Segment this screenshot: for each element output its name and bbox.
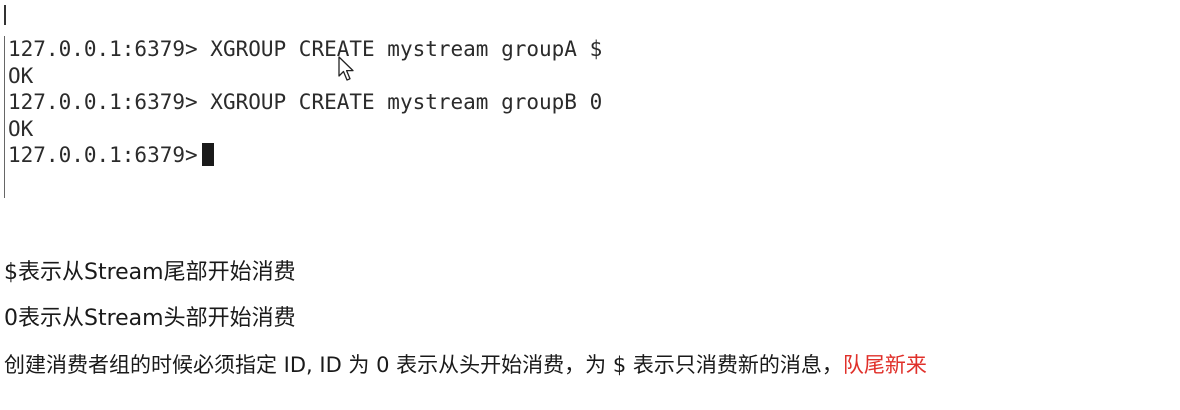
note-line-3-main: 创建消费者组的时候必须指定 ID, ID 为 0 表示从头开始消费，为 $ 表示… xyxy=(4,353,843,377)
mouse-pointer-icon xyxy=(338,56,354,81)
note-line-3-highlight: 队尾新来 xyxy=(842,353,927,377)
terminal-command: XGROUP CREATE mystream groupA $ xyxy=(197,37,603,61)
terminal-line: 127.0.0.1:6379> xyxy=(5,142,705,169)
text-cursor-mark xyxy=(4,5,6,25)
terminal-prompt: 127.0.0.1:6379> xyxy=(8,143,198,167)
terminal-block-cursor xyxy=(201,143,214,166)
terminal-prompt: 127.0.0.1:6379> xyxy=(8,37,198,61)
note-line-3: 创建消费者组的时候必须指定 ID, ID 为 0 表示从头开始消费，为 $ 表示… xyxy=(4,348,927,394)
terminal-prompt: 127.0.0.1:6379> xyxy=(8,90,198,114)
note-line-1: $表示从Stream尾部开始消费 xyxy=(4,260,296,285)
explanation-notes: $表示从Stream尾部开始消费 0表示从Stream头部开始消费 创建消费者组… xyxy=(4,256,927,394)
note-line-2: 0表示从Stream头部开始消费 xyxy=(4,306,296,331)
terminal-line: OK xyxy=(5,116,705,143)
terminal-line: 127.0.0.1:6379> XGROUP CREATE mystream g… xyxy=(5,89,705,116)
terminal-command: XGROUP CREATE mystream groupB 0 xyxy=(197,90,603,114)
terminal-output-text: OK xyxy=(8,116,34,141)
terminal-output-text: OK xyxy=(8,63,34,88)
